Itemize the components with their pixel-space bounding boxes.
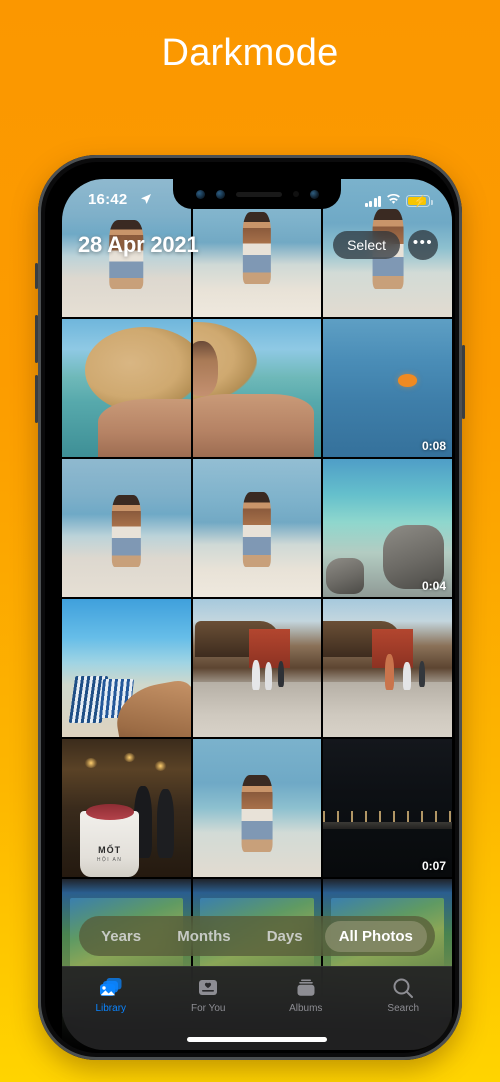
- tab-label: Search: [387, 1003, 420, 1014]
- bottom-tab-bar: Library For You Albums Search: [62, 966, 452, 1050]
- phone-bezel: 0:08 0:04 MỐT HỘI AN 0:07 16:42 ⚡ 28 Apr…: [45, 162, 455, 1053]
- tab-search[interactable]: Search: [355, 976, 453, 1014]
- person: [385, 654, 395, 691]
- person: [251, 659, 260, 691]
- cup-brand-text: MỐT: [98, 845, 122, 856]
- tab-library[interactable]: Library: [62, 976, 160, 1014]
- volume-up-button[interactable]: [35, 315, 38, 363]
- segment-years[interactable]: Years: [87, 921, 155, 952]
- shirt: [98, 399, 191, 457]
- video-duration-badge: 0:07: [421, 859, 446, 873]
- tab-label: Albums: [289, 1003, 323, 1014]
- photo-cell-man-in-shallow-water-1[interactable]: [62, 459, 191, 597]
- photo-thumbnail: [192, 459, 322, 597]
- photo-cell-beach-chairs-selfie[interactable]: [62, 599, 191, 737]
- tab-for-you[interactable]: For You: [160, 976, 258, 1014]
- rock: [325, 558, 365, 595]
- shirt: [192, 393, 314, 457]
- tab-albums[interactable]: Albums: [257, 976, 355, 1014]
- person: [418, 661, 425, 688]
- proximity-sensor-icon: [195, 189, 205, 199]
- person: [264, 662, 273, 691]
- photo-cell-man-on-beach-4[interactable]: [192, 739, 322, 877]
- cup-location-text: HỘI AN: [96, 857, 123, 864]
- phone-screen: 0:08 0:04 MỐT HỘI AN 0:07 16:42 ⚡ 28 Apr…: [62, 179, 452, 1050]
- device-notch: [173, 179, 341, 209]
- person-silhouette: [242, 492, 272, 567]
- top-navigation-bar: 28 Apr 2021 Select •••: [62, 223, 452, 267]
- photo-cell-snorkeler-in-sea-video[interactable]: 0:08: [323, 319, 452, 457]
- segment-months[interactable]: Months: [163, 921, 244, 952]
- timeline-segmented-control: Years Months Days All Photos: [79, 916, 435, 956]
- photo-cell-mot-hoi-an-drink[interactable]: MỐT HỘI AN: [62, 739, 191, 877]
- power-button[interactable]: [462, 345, 465, 419]
- photo-thumbnail: [323, 459, 452, 597]
- lantern-light: [123, 752, 136, 763]
- tab-label: Library: [95, 1003, 127, 1014]
- cup-lid: [85, 804, 135, 821]
- home-indicator[interactable]: [187, 1037, 327, 1042]
- search-icon: [392, 976, 414, 999]
- photo-thumbnail: [62, 319, 191, 457]
- photo-cell-straw-hat-selfie-right[interactable]: [192, 319, 322, 457]
- tab-label: For You: [191, 1003, 226, 1014]
- video-duration-badge: 0:04: [421, 579, 446, 593]
- photo-thumbnail: [192, 739, 322, 877]
- volume-down-button[interactable]: [35, 375, 38, 423]
- lantern-light: [85, 758, 97, 768]
- photo-thumbnail: MỐT HỘI AN: [62, 739, 191, 877]
- face: [192, 341, 219, 397]
- signal-bars-icon: [364, 195, 381, 207]
- photos-library-icon: [99, 976, 123, 999]
- location-arrow-icon: [140, 192, 152, 210]
- photo-cell-man-in-shallow-water-2[interactable]: [192, 459, 322, 597]
- stone-path: [323, 681, 452, 737]
- photo-thumbnail: [323, 319, 452, 457]
- more-options-icon[interactable]: •••: [408, 230, 438, 260]
- silent-switch-button[interactable]: [35, 263, 38, 289]
- status-bar-time: 16:42: [88, 191, 128, 208]
- photo-cell-hoi-an-bridge-2[interactable]: [323, 599, 452, 737]
- battery-charging-icon: ⚡: [406, 195, 433, 208]
- person: [157, 788, 174, 858]
- for-you-icon: [197, 976, 219, 999]
- stone-path: [192, 681, 322, 737]
- photo-thumbnail: [62, 599, 191, 737]
- paper-cup: MỐT HỘI AN: [80, 804, 140, 877]
- lantern-light: [154, 761, 167, 771]
- top-nav-actions: Select •••: [333, 230, 438, 260]
- photo-cell-night-pier-video[interactable]: 0:07: [323, 739, 452, 877]
- albums-icon: [295, 976, 317, 999]
- dot-projector-icon: [292, 191, 299, 197]
- ambient-light-sensor-icon: [215, 189, 225, 199]
- pier: [323, 821, 452, 829]
- segment-all-photos[interactable]: All Photos: [324, 920, 427, 952]
- person-silhouette: [112, 494, 141, 567]
- video-duration-badge: 0:08: [421, 439, 446, 453]
- photo-thumbnail: [323, 739, 452, 877]
- page-date-title: 28 Apr 2021: [78, 232, 199, 257]
- person-silhouette: [241, 774, 273, 853]
- wifi-icon: [386, 192, 401, 210]
- select-button[interactable]: Select: [333, 231, 400, 259]
- photo-cell-straw-hat-selfie-left[interactable]: [62, 319, 191, 457]
- phone-device-frame: 0:08 0:04 MỐT HỘI AN 0:07 16:42 ⚡ 28 Apr…: [35, 155, 465, 1060]
- photo-thumbnail: [192, 319, 322, 457]
- person: [403, 662, 411, 691]
- earpiece-speaker-icon: [235, 191, 282, 197]
- front-camera-icon: [309, 189, 319, 199]
- person: [277, 661, 284, 688]
- page-title: Darkmode: [161, 32, 339, 74]
- photo-cell-hoi-an-bridge-1[interactable]: [192, 599, 322, 737]
- segment-days[interactable]: Days: [253, 921, 317, 952]
- orange-float: [397, 374, 418, 387]
- photo-thumbnail: [62, 459, 191, 597]
- distant-lights: [323, 810, 452, 822]
- photo-cell-rocky-lagoon-video[interactable]: 0:04: [323, 459, 452, 597]
- status-bar-indicators: ⚡: [364, 192, 433, 210]
- photo-thumbnail: [192, 599, 322, 737]
- photo-thumbnail: [323, 599, 452, 737]
